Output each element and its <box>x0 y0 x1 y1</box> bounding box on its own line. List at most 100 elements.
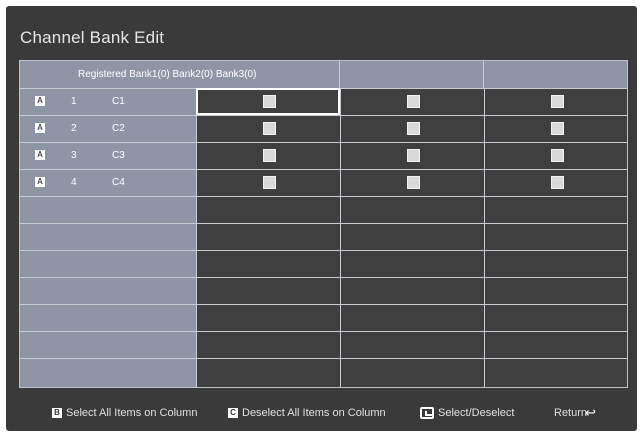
bank3-cell[interactable] <box>484 169 627 196</box>
empty-cell <box>340 196 484 223</box>
empty-cell <box>340 277 484 304</box>
empty-cell <box>340 358 484 387</box>
empty-left-cell <box>20 277 196 304</box>
bank2-cell[interactable] <box>340 115 484 142</box>
select-all-hint[interactable]: B Select All Items on Column <box>52 403 197 423</box>
empty-row <box>20 304 627 331</box>
empty-cell <box>484 304 627 331</box>
return-icon: ↩ <box>585 405 596 421</box>
channel-name: C1 <box>112 96 125 107</box>
deselect-all-label: Deselect All Items on Column <box>242 407 386 419</box>
bank1-checkbox[interactable] <box>263 176 276 189</box>
channel-name: C3 <box>112 150 125 161</box>
bank3-cell[interactable] <box>484 142 627 169</box>
empty-row <box>20 250 627 277</box>
empty-cell <box>484 223 627 250</box>
bank2-checkbox[interactable] <box>407 122 420 135</box>
row-divider <box>20 331 627 332</box>
deselect-all-hint[interactable]: C Deselect All Items on Column <box>228 403 386 423</box>
header-label: Registered Bank1(0) Bank2(0) Bank3(0) <box>78 69 257 80</box>
empty-row <box>20 358 627 387</box>
channel-info-cell: A 3 C3 <box>20 142 196 169</box>
select-all-label: Select All Items on Column <box>66 407 198 419</box>
empty-cell <box>196 304 340 331</box>
empty-left-cell <box>20 358 196 387</box>
focus-cursor <box>196 88 340 115</box>
table-row: A 4 C4 <box>20 169 627 196</box>
c-button-icon: C <box>228 408 238 419</box>
row-divider <box>20 169 627 170</box>
bank1-cell[interactable] <box>196 115 340 142</box>
bank2-cell[interactable] <box>340 169 484 196</box>
channel-info-cell: A 4 C4 <box>20 169 196 196</box>
empty-cell <box>340 331 484 358</box>
empty-cell <box>484 196 627 223</box>
bank2-checkbox[interactable] <box>407 176 420 189</box>
return-hint[interactable]: Return↩ <box>554 403 596 423</box>
channel-name: C2 <box>112 123 125 134</box>
bank3-checkbox[interactable] <box>551 122 564 135</box>
empty-row <box>20 331 627 358</box>
header-registered-banks: Registered Bank1(0) Bank2(0) Bank3(0) <box>20 61 340 88</box>
header-bank3-column <box>484 61 627 88</box>
empty-left-cell <box>20 250 196 277</box>
empty-cell <box>196 358 340 387</box>
tv-screen: Channel Bank Edit Registered Bank1(0) Ba… <box>6 6 637 431</box>
bank3-checkbox[interactable] <box>551 176 564 189</box>
table-row: A 3 C3 <box>20 142 627 169</box>
row-divider <box>20 358 627 359</box>
page-title: Channel Bank Edit <box>20 28 165 47</box>
empty-cell <box>340 304 484 331</box>
bank1-cell[interactable] <box>196 169 340 196</box>
empty-cell <box>340 223 484 250</box>
select-deselect-hint[interactable]: Select/Deselect <box>420 403 514 423</box>
empty-cell <box>196 250 340 277</box>
bank2-checkbox[interactable] <box>407 149 420 162</box>
bank3-cell[interactable] <box>484 88 627 115</box>
header-bank2-column <box>340 61 484 88</box>
channel-info-cell: A 2 C2 <box>20 115 196 142</box>
bank3-cell[interactable] <box>484 115 627 142</box>
channel-type-badge: A <box>35 123 45 133</box>
channel-bank-grid: Registered Bank1(0) Bank2(0) Bank3(0) A … <box>19 60 628 388</box>
empty-left-cell <box>20 196 196 223</box>
bank1-cell[interactable] <box>196 142 340 169</box>
row-divider <box>20 250 627 251</box>
empty-left-cell <box>20 304 196 331</box>
empty-cell <box>196 277 340 304</box>
empty-left-cell <box>20 223 196 250</box>
empty-left-cell <box>20 331 196 358</box>
row-divider <box>20 142 627 143</box>
empty-cell <box>484 331 627 358</box>
empty-cell <box>196 223 340 250</box>
enter-icon <box>420 407 434 420</box>
channel-type-badge: A <box>35 96 45 106</box>
row-divider <box>20 223 627 224</box>
channel-number: 4 <box>71 177 77 188</box>
return-label: Return <box>554 407 588 419</box>
bank1-checkbox[interactable] <box>263 122 276 135</box>
bank2-checkbox[interactable] <box>407 95 420 108</box>
select-deselect-label: Select/Deselect <box>438 407 515 419</box>
row-divider <box>20 196 627 197</box>
channel-type-badge: A <box>35 150 45 160</box>
empty-cell <box>196 196 340 223</box>
row-divider <box>20 277 627 278</box>
empty-cell <box>484 250 627 277</box>
channel-type-badge: A <box>35 177 45 187</box>
bank2-cell[interactable] <box>340 142 484 169</box>
channel-number: 1 <box>71 96 77 107</box>
empty-cell <box>340 250 484 277</box>
bank3-checkbox[interactable] <box>551 95 564 108</box>
empty-cell <box>196 331 340 358</box>
empty-cell <box>484 358 627 387</box>
channel-name: C4 <box>112 177 125 188</box>
row-divider <box>20 115 627 116</box>
table-row: A 2 C2 <box>20 115 627 142</box>
empty-row <box>20 223 627 250</box>
bank1-checkbox[interactable] <box>263 149 276 162</box>
bank2-cell[interactable] <box>340 88 484 115</box>
row-divider <box>20 304 627 305</box>
bank3-checkbox[interactable] <box>551 149 564 162</box>
channel-number: 2 <box>71 123 77 134</box>
